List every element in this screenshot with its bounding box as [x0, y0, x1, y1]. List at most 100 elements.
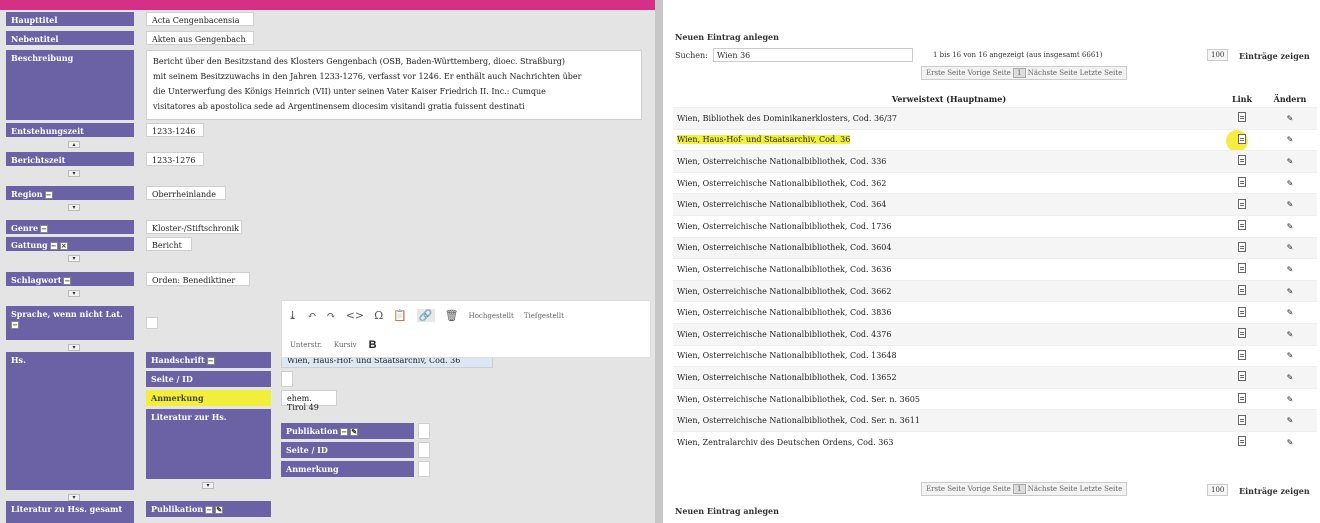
redo-icon[interactable]: ↷ — [326, 309, 335, 322]
document-icon[interactable] — [1238, 263, 1246, 274]
document-icon[interactable] — [1238, 414, 1246, 425]
document-icon[interactable] — [1238, 133, 1246, 144]
field-value-sprache[interactable] — [146, 317, 158, 329]
add-row-button[interactable]: ▾ — [202, 482, 214, 489]
subscript-button[interactable]: Tiefgestellt — [524, 312, 564, 320]
document-icon[interactable] — [1238, 306, 1246, 317]
next-page-button[interactable]: Nächste Seite — [1028, 485, 1078, 493]
add-row-button[interactable]: ▴ — [68, 141, 80, 148]
minus-icon[interactable]: − — [63, 277, 72, 285]
hs-seite2-value[interactable] — [418, 442, 430, 458]
add-row-button[interactable]: ▾ — [68, 494, 80, 501]
hs-publikation-value[interactable] — [418, 423, 430, 439]
edit-icon[interactable]: ✎ — [1287, 114, 1294, 123]
edit-icon[interactable]: ✎ — [1287, 395, 1294, 404]
field-value-genre[interactable]: Kloster-/Stiftschronik — [146, 220, 242, 234]
edit-icon[interactable]: ✎ — [1287, 416, 1294, 425]
code-icon[interactable]: <> — [346, 309, 364, 322]
document-icon[interactable] — [1238, 198, 1246, 209]
hs-seite-value[interactable] — [281, 371, 293, 387]
page-size-select-bottom[interactable]: 100 — [1207, 484, 1229, 496]
col-header-verweistext[interactable]: Verweistext (Hauptname) — [673, 94, 1221, 104]
upload-icon[interactable]: ⤓ — [288, 309, 297, 322]
panel-divider[interactable] — [655, 0, 663, 523]
edit-icon[interactable]: ✎ — [1287, 351, 1294, 360]
last-page-button[interactable]: Letzte Seite — [1080, 485, 1123, 493]
field-value-beschreibung[interactable]: Bericht über den Besitzstand des Kloster… — [146, 50, 642, 120]
paste-icon[interactable]: 📋 — [393, 309, 407, 322]
field-value-entstehungszeit[interactable]: 1233-1246 — [146, 123, 204, 137]
reference-list-panel: Neuen Eintrag anlegen Suchen: Wien 36 1 … — [663, 0, 1320, 523]
link-icon[interactable]: 🔗 — [416, 309, 435, 322]
add-row-button[interactable]: ▾ — [68, 344, 80, 351]
field-value-berichtszeit[interactable]: 1233-1276 — [146, 152, 204, 166]
document-icon[interactable] — [1238, 349, 1246, 360]
document-icon[interactable] — [1238, 155, 1246, 166]
edit-icon[interactable]: ✎ — [1287, 222, 1294, 231]
first-page-button[interactable]: Erste Seite — [926, 485, 965, 493]
minus-icon[interactable]: − — [44, 191, 53, 199]
document-icon[interactable] — [1238, 220, 1246, 231]
edit-icon[interactable]: ✎ — [1287, 265, 1294, 274]
hs-anmerkung-value[interactable]: ehem. Tirol 49 — [281, 390, 337, 412]
edit-icon[interactable]: ✎ — [215, 506, 224, 514]
field-value-nebentitel[interactable]: Akten aus Gengenbach — [146, 31, 254, 45]
document-icon[interactable] — [1238, 285, 1246, 296]
minus-icon[interactable]: − — [40, 225, 49, 233]
page-size-select[interactable]: 100 — [1207, 49, 1229, 61]
prev-page-button[interactable]: Vorige Seite — [968, 485, 1011, 493]
document-icon[interactable] — [1238, 112, 1246, 123]
edit-icon[interactable]: ✎ — [1287, 330, 1294, 339]
close-icon[interactable]: × — [59, 242, 68, 250]
undo-icon[interactable]: ↶ — [307, 309, 316, 322]
add-row-button[interactable]: ▾ — [68, 204, 80, 211]
field-value-haupttitel[interactable]: Acta Cengenbacensia — [146, 12, 254, 26]
minus-icon[interactable]: − — [49, 242, 58, 250]
omega-icon[interactable]: Ω — [374, 309, 383, 322]
row-text: Wien, Österreichische Nationalbibliothek… — [677, 394, 920, 404]
edit-icon[interactable]: ✎ — [1287, 308, 1294, 317]
minus-icon[interactable]: − — [206, 357, 215, 365]
new-entry-link-top[interactable]: Neuen Eintrag anlegen — [675, 32, 779, 42]
add-row-button[interactable]: ▾ — [68, 170, 80, 177]
document-icon[interactable] — [1238, 328, 1246, 339]
edit-icon[interactable]: ✎ — [1287, 200, 1294, 209]
row-link-cell — [1221, 220, 1263, 232]
bold-button[interactable]: B — [369, 339, 377, 351]
current-page-button[interactable]: 1 — [1013, 68, 1026, 78]
minus-icon[interactable]: − — [205, 506, 214, 514]
new-entry-link-bottom[interactable]: Neuen Eintrag anlegen — [675, 506, 779, 516]
next-page-button[interactable]: Nächste Seite — [1028, 69, 1078, 77]
current-page-button[interactable]: 1 — [1013, 484, 1026, 494]
prev-page-button[interactable]: Vorige Seite — [968, 69, 1011, 77]
edit-icon[interactable]: ✎ — [1287, 243, 1294, 252]
search-input[interactable]: Wien 36 — [713, 48, 913, 62]
field-value-region[interactable]: Oberrheinlande — [146, 186, 226, 200]
edit-icon[interactable]: ✎ — [1287, 135, 1294, 144]
superscript-button[interactable]: Hochgestellt — [469, 312, 514, 320]
underline-button[interactable]: Unterstr. — [290, 341, 322, 349]
document-icon[interactable] — [1238, 371, 1246, 382]
last-page-button[interactable]: Letzte Seite — [1080, 69, 1123, 77]
italic-button[interactable]: Kursiv — [334, 341, 357, 349]
document-icon[interactable] — [1238, 177, 1246, 188]
minus-icon[interactable]: − — [340, 428, 349, 436]
row-link-cell — [1221, 371, 1263, 383]
add-row-button[interactable]: ▾ — [68, 290, 80, 297]
hs-anmerkung2-value[interactable] — [418, 461, 430, 477]
edit-icon[interactable]: ✎ — [1287, 157, 1294, 166]
edit-icon[interactable]: ✎ — [1287, 373, 1294, 382]
document-icon[interactable] — [1238, 241, 1246, 252]
first-page-button[interactable]: Erste Seite — [926, 69, 965, 77]
minus-icon[interactable]: − — [11, 321, 19, 329]
document-icon[interactable] — [1238, 393, 1246, 404]
edit-icon[interactable]: ✎ — [1287, 438, 1294, 447]
field-value-schlagwort[interactable]: Orden: Benediktiner — [146, 272, 250, 286]
edit-icon[interactable]: ✎ — [1287, 287, 1294, 296]
document-icon[interactable] — [1238, 436, 1246, 447]
delete-icon[interactable]: 🗑 — [445, 309, 459, 322]
field-value-gattung[interactable]: Bericht — [146, 237, 192, 251]
add-row-button[interactable]: ▾ — [68, 255, 80, 262]
edit-icon[interactable]: ✎ — [1287, 179, 1294, 188]
edit-icon[interactable]: ✎ — [350, 428, 359, 436]
